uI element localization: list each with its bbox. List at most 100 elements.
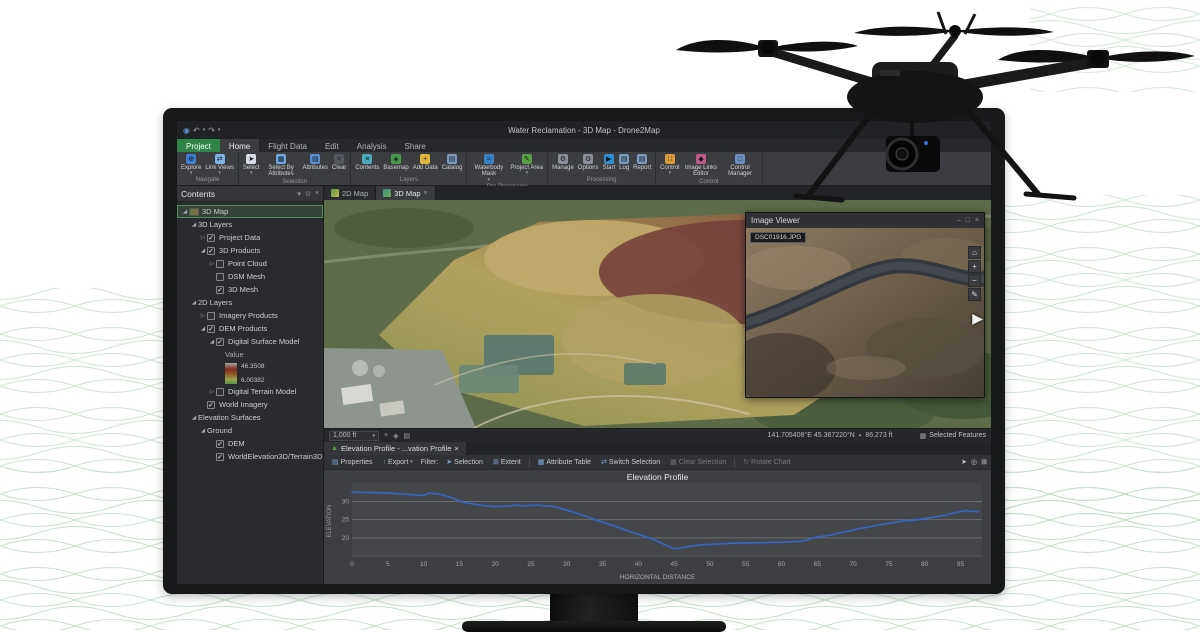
layers-icon[interactable]: ▤ <box>403 432 410 440</box>
undo-dropdown-icon[interactable]: ▾ <box>203 127 206 133</box>
ribbon-button-options[interactable]: ⚙Options <box>577 153 600 172</box>
ribbon-button-catalog[interactable]: ▤Catalog <box>441 153 464 172</box>
undo-button[interactable]: ↶ <box>193 126 200 135</box>
locate-icon[interactable]: + <box>384 432 388 439</box>
tree-item-world-imagery[interactable]: ✓World Imagery <box>177 398 323 411</box>
coords-dropdown-icon[interactable]: ▾ <box>859 433 862 439</box>
layer-checkbox[interactable]: ✓ <box>216 338 224 346</box>
map-tab-3d-map[interactable]: 3D Map× <box>376 186 435 200</box>
ribbon-tab-flight-data[interactable]: Flight Data <box>259 139 316 152</box>
tree-item-dem-products[interactable]: ◢✓DEM Products <box>177 322 323 335</box>
image-viewer-header[interactable]: Image Viewer – □ × <box>746 213 984 228</box>
pointer-icon[interactable]: ➤ <box>961 458 967 466</box>
ribbon-button-manage[interactable]: ⚙Manage <box>551 153 575 172</box>
panel-menu-icon[interactable]: ▾ <box>298 190 302 198</box>
ribbon-button-start[interactable]: ▶Start <box>601 153 616 172</box>
next-image-arrow[interactable]: ▶ <box>972 310 983 327</box>
tree-item-project-data[interactable]: ▷✓Project Data <box>177 231 323 244</box>
fullscreen-icon[interactable]: ⊞ <box>981 458 987 466</box>
expander-closed-icon[interactable]: ▷ <box>208 389 216 395</box>
expander-open-icon[interactable]: ◢ <box>199 326 207 332</box>
map-tab-2d-map[interactable]: 2D Map <box>324 186 376 200</box>
image-viewer-close-icon[interactable]: × <box>975 217 979 224</box>
expander-open-icon[interactable]: ◢ <box>190 415 198 421</box>
magnifier-icon[interactable]: ◎ <box>971 458 977 466</box>
toolbar-button-extent[interactable]: ⊞Extent <box>489 457 525 467</box>
ribbon-button-log[interactable]: ▤Log <box>618 153 630 172</box>
tree-item-point-cloud[interactable]: ▷Point Cloud <box>177 257 323 270</box>
basemap-icon[interactable]: ◈ <box>393 432 398 440</box>
tree-item-3d-map[interactable]: ◢3D Map <box>177 205 323 218</box>
selected-features-button[interactable]: ▦ Selected Features <box>920 432 986 440</box>
ribbon-tab-analysis[interactable]: Analysis <box>348 139 396 152</box>
ribbon-button-clear[interactable]: ×Clear <box>331 153 347 172</box>
layer-checkbox[interactable] <box>216 260 224 268</box>
tree-item-dem[interactable]: ✓DEM <box>177 437 323 450</box>
tree-item-digital-terrain-model[interactable]: ▷Digital Terrain Model <box>177 385 323 398</box>
expander-open-icon[interactable]: ◢ <box>208 339 216 345</box>
image-viewer-minimize-icon[interactable]: – <box>957 217 961 224</box>
ribbon-tab-home[interactable]: Home <box>220 139 259 152</box>
toolbar-button-export[interactable]: ↑Export▾ <box>379 458 417 467</box>
layer-checkbox[interactable]: ✓ <box>216 453 224 461</box>
image-viewer-maximize-icon[interactable]: □ <box>966 217 970 224</box>
layer-checkbox[interactable]: ✓ <box>207 401 215 409</box>
expander-closed-icon[interactable]: ▷ <box>199 313 207 319</box>
layer-checkbox[interactable]: ✓ <box>216 440 224 448</box>
measure-button[interactable]: ✎ <box>968 288 981 301</box>
map-scale-select[interactable]: 1,000 ft ▾ <box>329 431 379 441</box>
ribbon-button-select[interactable]: ➤Select▾ <box>242 153 261 177</box>
layer-checkbox[interactable]: ✓ <box>207 325 215 333</box>
home-button[interactable]: ⌂ <box>968 246 981 259</box>
expander-closed-icon[interactable]: ▷ <box>208 261 216 267</box>
layer-checkbox[interactable]: ✓ <box>207 247 215 255</box>
map-tab-close-icon[interactable]: × <box>424 190 428 197</box>
ribbon-tab-share[interactable]: Share <box>396 139 435 152</box>
ribbon-button-contents[interactable]: ≡Contents <box>354 153 380 172</box>
ribbon-tab-edit[interactable]: Edit <box>316 139 348 152</box>
panel-pin-icon[interactable]: ⊙ <box>305 190 311 198</box>
layer-checkbox[interactable]: ✓ <box>207 234 215 242</box>
ribbon-button-waterbody-mask[interactable]: ≈Waterbody Mask▾ <box>470 153 507 184</box>
expander-open-icon[interactable]: ◢ <box>190 222 198 228</box>
tree-item-elevation-surfaces[interactable]: ◢Elevation Surfaces <box>177 411 323 424</box>
zoom-out-button[interactable]: − <box>968 274 981 287</box>
toolbar-button-selection[interactable]: ➤Selection <box>442 457 487 467</box>
ribbon-button-explore[interactable]: ⊕Explore▾ <box>180 153 202 177</box>
redo-dropdown-icon[interactable]: ▾ <box>218 127 221 133</box>
layer-checkbox[interactable] <box>216 273 224 281</box>
toolbar-button-attribute-table[interactable]: ▦Attribute Table <box>534 457 595 467</box>
tree-item-3d-products[interactable]: ◢✓3D Products <box>177 244 323 257</box>
elevation-profile-tab[interactable]: ▲ Elevation Profile - ...vation Profile … <box>324 442 467 455</box>
image-viewer-content[interactable]: DSC01916.JPG ⌂+−✎ ▶ <box>746 228 984 397</box>
ribbon-button-basemap[interactable]: ◈Basemap <box>382 153 409 172</box>
ribbon-button-select-by-attributes[interactable]: ▦Select By Attributes <box>263 153 300 179</box>
tree-item-ground[interactable]: ◢Ground <box>177 424 323 437</box>
tree-item-3d-layers[interactable]: ◢3D Layers <box>177 218 323 231</box>
ribbon-button-add-data[interactable]: +Add Data <box>412 153 439 172</box>
toolbar-button-switch-selection[interactable]: ⇄Switch Selection <box>597 457 664 467</box>
tree-item-3d-mesh[interactable]: ✓3D Mesh <box>177 283 323 296</box>
tree-item-2d-layers[interactable]: ◢2D Layers <box>177 296 323 309</box>
toolbar-button-properties[interactable]: ▤Properties <box>328 457 377 467</box>
tree-item-value[interactable]: Value <box>177 348 323 361</box>
layer-checkbox[interactable]: ✓ <box>216 286 224 294</box>
zoom-in-button[interactable]: + <box>968 260 981 273</box>
expander-open-icon[interactable]: ◢ <box>199 428 207 434</box>
expander-open-icon[interactable]: ◢ <box>199 248 207 254</box>
expander-closed-icon[interactable]: ▷ <box>199 235 207 241</box>
tab-close-icon[interactable]: × <box>454 444 458 453</box>
layer-checkbox[interactable] <box>216 388 224 396</box>
panel-close-icon[interactable]: × <box>315 190 319 198</box>
tree-item-digital-surface-model[interactable]: ◢✓Digital Surface Model <box>177 335 323 348</box>
redo-button[interactable]: ↷ <box>208 126 215 135</box>
ribbon-tab-project[interactable]: Project <box>177 139 220 152</box>
tree-item-worldelevation3d-terrain3d[interactable]: ✓WorldElevation3D/Terrain3D <box>177 450 323 463</box>
ribbon-button-attributes[interactable]: ▤Attributes <box>302 153 329 172</box>
tree-item-imagery-products[interactable]: ▷Imagery Products <box>177 309 323 322</box>
tree-item-dsm-mesh[interactable]: DSM Mesh <box>177 270 323 283</box>
ribbon-button-link-views[interactable]: ⇄Link Views▾ <box>204 153 235 177</box>
ribbon-button-project-area[interactable]: ✎Project Area▾ <box>509 153 544 177</box>
expander-open-icon[interactable]: ◢ <box>181 209 189 215</box>
layer-checkbox[interactable] <box>207 312 215 320</box>
